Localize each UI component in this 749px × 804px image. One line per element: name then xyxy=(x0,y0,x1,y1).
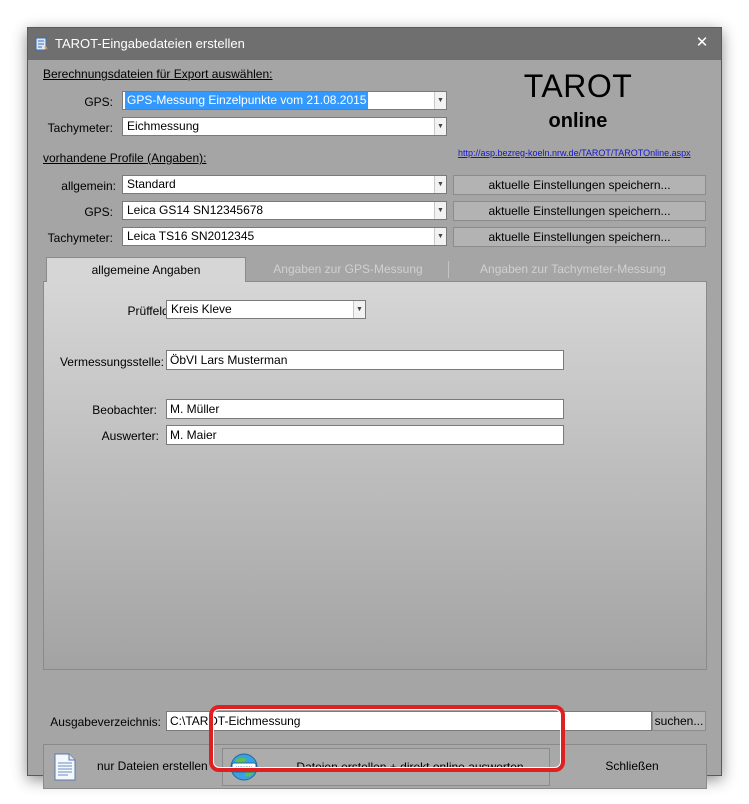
dialog-window: TAROT-Eingabedateien erstellen ✕ Berechn… xyxy=(27,27,722,789)
profile-gps-select[interactable]: Leica GS14 SN12345678 ▼ xyxy=(122,201,447,220)
close-dialog-label: Schließen xyxy=(605,759,659,773)
prueffeld-value: Kreis Kleve xyxy=(171,302,232,316)
gps-export-select[interactable]: GPS-Messung Einzelpunkte vom 21.08.2015 … xyxy=(122,91,447,110)
tarot-logo-title: TAROT xyxy=(523,68,633,104)
chevron-down-icon[interactable]: ▼ xyxy=(434,228,446,245)
gps-export-value: GPS-Messung Einzelpunkte vom 21.08.2015 xyxy=(125,92,369,109)
document-app-icon xyxy=(35,37,48,51)
profiles-heading: vorhandene Profile (Angaben): xyxy=(43,151,207,165)
profile-general-value: Standard xyxy=(127,177,176,191)
profile-general-select[interactable]: Standard ▼ xyxy=(122,175,447,194)
chevron-down-icon[interactable]: ▼ xyxy=(434,118,446,135)
prueffeld-select[interactable]: Kreis Kleve ▼ xyxy=(166,300,366,319)
profile-general-label: allgemein: xyxy=(61,179,116,193)
prueffeld-label: Prüffeld: xyxy=(127,304,172,318)
chevron-down-icon[interactable]: ▼ xyxy=(434,202,446,219)
tachymeter-export-value: Eichmessung xyxy=(127,119,200,133)
tarot-online-link[interactable]: http://asp.bezreg-koeln.nrw.de/TAROT/TAR… xyxy=(458,148,691,158)
general-tab-panel: Prüffeld: Kreis Kleve ▼ Vermessungsstell… xyxy=(43,281,707,670)
profile-gps-label: GPS: xyxy=(84,205,113,219)
window-title: TAROT-Eingabedateien erstellen xyxy=(55,36,245,51)
beobachter-input[interactable]: M. Müller xyxy=(166,399,564,419)
tab-separator xyxy=(448,261,449,278)
output-directory-label: Ausgabeverzeichnis: xyxy=(50,715,161,729)
gps-label: GPS: xyxy=(84,95,113,109)
vermessungsstelle-label: Vermessungsstelle: xyxy=(59,355,164,369)
tarot-logo-subtitle: online xyxy=(548,110,608,132)
profile-tachymeter-label: Tachymeter: xyxy=(47,231,113,245)
export-heading: Berechnungsdateien für Export auswählen: xyxy=(43,67,273,81)
document-icon xyxy=(54,753,76,781)
save-general-profile-button[interactable]: aktuelle Einstellungen speichern... xyxy=(453,175,706,195)
tab-general[interactable]: allgemeine Angaben xyxy=(46,257,246,282)
chevron-down-icon[interactable]: ▼ xyxy=(353,301,365,318)
tachymeter-label: Tachymeter: xyxy=(47,121,113,135)
chevron-down-icon[interactable]: ▼ xyxy=(434,92,446,109)
highlight-annotation xyxy=(209,705,565,772)
tachymeter-export-select[interactable]: Eichmessung ▼ xyxy=(122,117,447,136)
chevron-down-icon[interactable]: ▼ xyxy=(434,176,446,193)
save-tachymeter-profile-button[interactable]: aktuelle Einstellungen speichern... xyxy=(453,227,706,247)
title-bar[interactable]: TAROT-Eingabedateien erstellen ✕ xyxy=(28,28,721,60)
tab-gps[interactable]: Angaben zur GPS-Messung xyxy=(250,257,446,282)
beobachter-label: Beobachter: xyxy=(92,403,157,417)
profile-gps-value: Leica GS14 SN12345678 xyxy=(127,203,264,217)
tab-tachymeter[interactable]: Angaben zur Tachymeter-Messung xyxy=(452,257,694,282)
browse-button[interactable]: suchen... xyxy=(652,711,706,731)
save-gps-profile-button[interactable]: aktuelle Einstellungen speichern... xyxy=(453,201,706,221)
vermessungsstelle-input[interactable]: ÖbVI Lars Musterman xyxy=(166,350,564,370)
dialog-content: Berechnungsdateien für Export auswählen:… xyxy=(28,60,721,789)
files-only-label: nur Dateien erstellen xyxy=(97,759,208,773)
files-only-button[interactable]: nur Dateien erstellen xyxy=(44,745,214,788)
profile-tachymeter-value: Leica TS16 SN2012345 xyxy=(127,229,255,243)
auswerter-label: Auswerter: xyxy=(101,429,159,443)
close-icon[interactable]: ✕ xyxy=(692,33,712,53)
close-dialog-button[interactable]: Schließen xyxy=(558,745,706,788)
profile-tachymeter-select[interactable]: Leica TS16 SN2012345 ▼ xyxy=(122,227,447,246)
auswerter-input[interactable]: M. Maier xyxy=(166,425,564,445)
